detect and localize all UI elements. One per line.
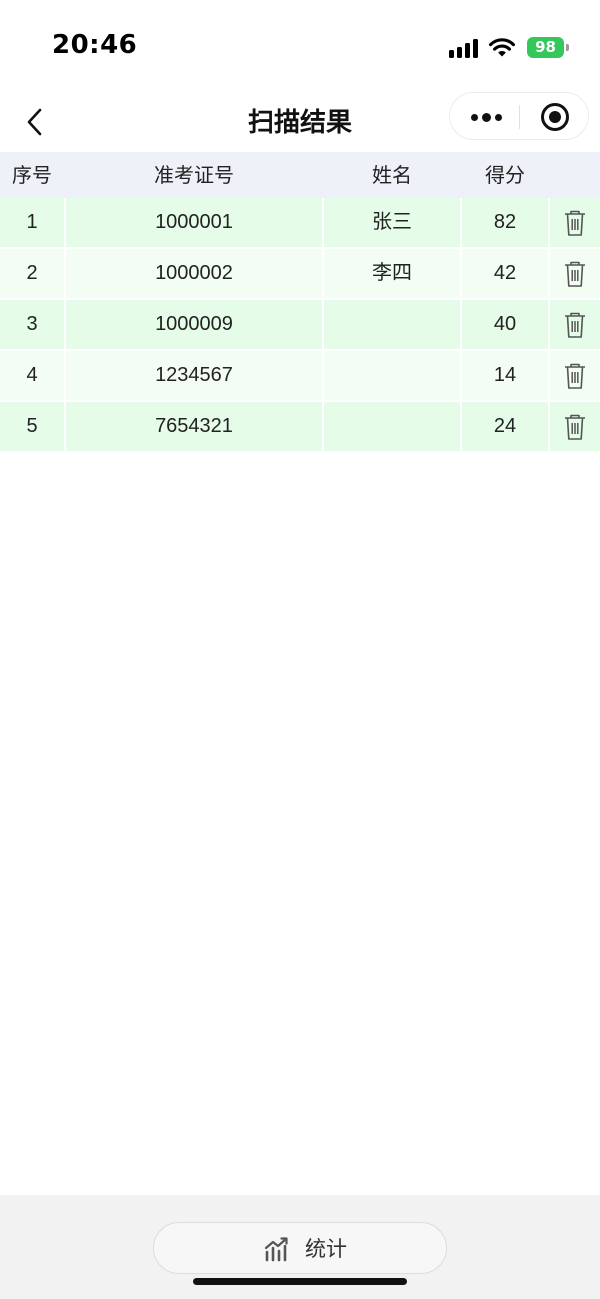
cell-exam-id: 1000002 — [66, 249, 322, 298]
cell-name — [324, 351, 460, 400]
cell-seq: 2 — [0, 249, 64, 298]
more-options-icon[interactable] — [450, 93, 520, 141]
results-table: 序号 准考证号 姓名 得分 1 1000001 张三 82 2 1000002 … — [0, 152, 600, 453]
trash-icon[interactable] — [563, 209, 587, 237]
cell-score: 42 — [462, 249, 548, 298]
status-bar: 20:46 98 — [0, 0, 600, 92]
bar-chart-trend-icon — [264, 1237, 288, 1262]
table-row: 1 1000001 张三 82 — [0, 198, 600, 249]
battery-level: 98 — [527, 37, 564, 58]
cell-score: 40 — [462, 300, 548, 349]
wifi-icon — [489, 38, 515, 57]
delete-cell — [550, 198, 600, 247]
statistics-button[interactable]: 统计 — [153, 1222, 447, 1274]
cell-exam-id: 1000001 — [66, 198, 322, 247]
close-target-icon[interactable] — [520, 93, 590, 141]
cell-score: 82 — [462, 198, 548, 247]
trash-icon[interactable] — [563, 362, 587, 390]
cell-score: 24 — [462, 402, 548, 451]
header-score: 得分 — [485, 163, 525, 187]
trash-icon[interactable] — [563, 413, 587, 441]
header-actions — [550, 152, 600, 198]
cell-name — [324, 300, 460, 349]
table-row: 5 7654321 24 — [0, 402, 600, 453]
trash-icon[interactable] — [563, 311, 587, 339]
cell-exam-id: 1000009 — [66, 300, 322, 349]
cell-exam-id: 7654321 — [66, 402, 322, 451]
table-row: 2 1000002 李四 42 — [0, 249, 600, 300]
cell-seq: 5 — [0, 402, 64, 451]
delete-cell — [550, 351, 600, 400]
cell-seq: 4 — [0, 351, 64, 400]
trash-icon[interactable] — [563, 260, 587, 288]
statistics-label: 统计 — [305, 1237, 347, 1261]
delete-cell — [550, 300, 600, 349]
mini-program-capsule — [449, 92, 589, 140]
cellular-signal-icon — [449, 38, 479, 58]
cell-exam-id: 1234567 — [66, 351, 322, 400]
nav-bar: 扫描结果 — [0, 92, 600, 152]
header-name: 姓名 — [372, 163, 412, 187]
cell-seq: 1 — [0, 198, 64, 247]
status-time: 20:46 — [52, 30, 138, 60]
cell-name: 李四 — [324, 249, 460, 298]
header-seq: 序号 — [12, 163, 52, 187]
home-indicator — [193, 1278, 407, 1285]
header-exam-id: 准考证号 — [154, 163, 234, 187]
table-header: 序号 准考证号 姓名 得分 — [0, 152, 600, 198]
table-row: 3 1000009 40 — [0, 300, 600, 351]
cell-name — [324, 402, 460, 451]
table-row: 4 1234567 14 — [0, 351, 600, 402]
cell-score: 14 — [462, 351, 548, 400]
cell-name: 张三 — [324, 198, 460, 247]
delete-cell — [550, 402, 600, 451]
bottom-bar: 统计 — [0, 1195, 600, 1299]
battery-icon: 98 — [527, 37, 569, 58]
cell-seq: 3 — [0, 300, 64, 349]
delete-cell — [550, 249, 600, 298]
